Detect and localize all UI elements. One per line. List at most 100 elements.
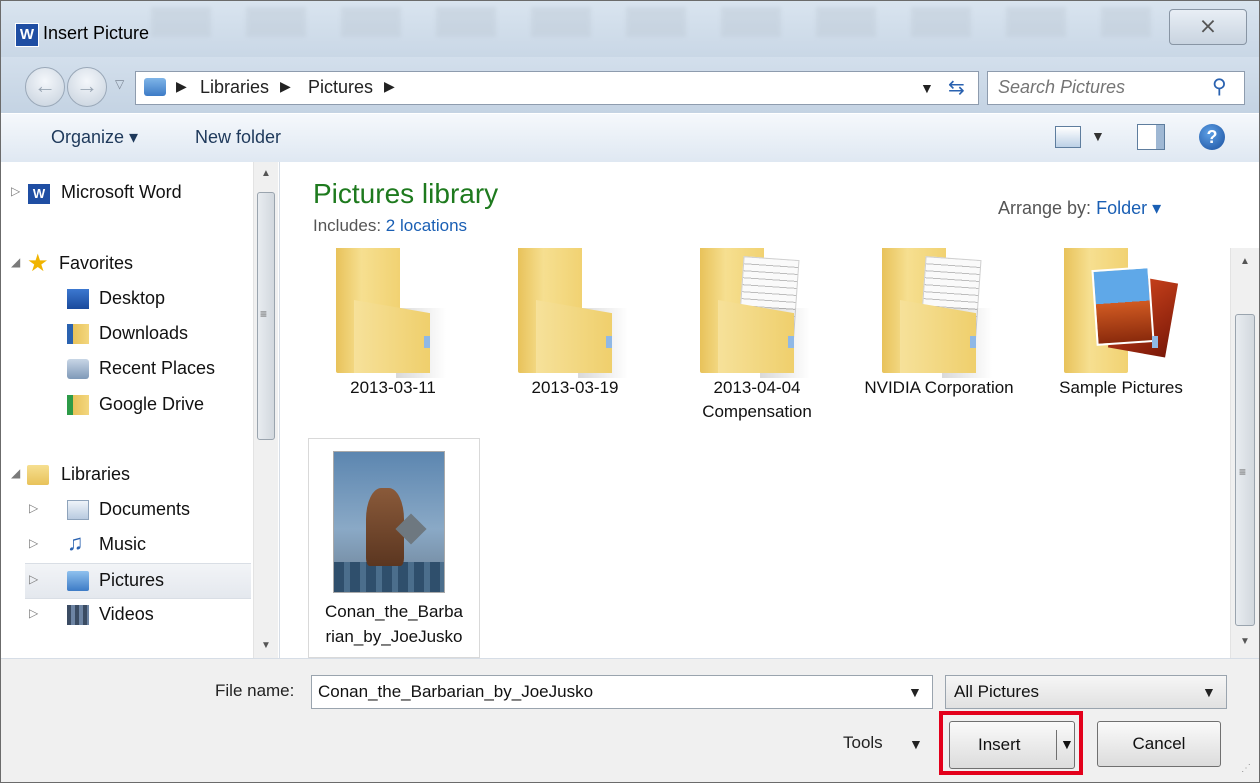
image-file-item[interactable]: Conan_the_Barba rian_by_JoeJusko <box>308 438 480 658</box>
breadcrumb-separator-icon[interactable]: ▶ <box>280 78 291 95</box>
nav-item-videos[interactable]: ▷ Videos <box>1 598 253 632</box>
library-title: Pictures library <box>313 178 499 209</box>
image-thumbnail <box>333 451 445 593</box>
nav-item-label: Desktop <box>99 288 166 308</box>
nav-item-desktop[interactable]: Desktop <box>1 282 253 316</box>
videos-icon <box>67 605 89 625</box>
bottom-panel: File name: ▼ All Pictures ▼ Tools ▼ Inse… <box>1 658 1259 782</box>
close-button[interactable]: ⨯ <box>1169 9 1247 45</box>
scroll-thumb[interactable]: ≡ <box>1235 314 1255 626</box>
resize-grip-icon[interactable]: ⋰ <box>1241 763 1251 774</box>
scroll-down-arrow-icon[interactable]: ▼ <box>261 640 271 651</box>
file-name-label: File name: <box>215 681 295 700</box>
nav-item-label: Recent Places <box>99 358 216 378</box>
highlight-box <box>939 711 1083 775</box>
preview-pane-icon[interactable] <box>1137 124 1165 150</box>
expand-arrow-icon[interactable]: ▷ <box>11 184 20 198</box>
folder-item[interactable]: 2013-03-11 <box>308 248 478 408</box>
address-bar[interactable]: ▶ Libraries ▶ Pictures ▶ ▼ ⇆ <box>135 71 979 105</box>
collapse-arrow-icon[interactable]: ◢ <box>11 255 20 269</box>
expand-arrow-icon[interactable]: ▷ <box>29 572 38 586</box>
address-row: ← → ▽ ▶ Libraries ▶ Pictures ▶ ▼ ⇆ ⚲ <box>1 57 1259 113</box>
arrange-by: Arrange by: Folder ▾ <box>998 198 1161 219</box>
nav-item-documents[interactable]: ▷ Documents <box>1 493 253 527</box>
nav-item-libraries[interactable]: ◢ Libraries <box>1 458 253 492</box>
file-list-scrollbar[interactable]: ▲ ≡ ▼ <box>1230 248 1259 658</box>
tools-button[interactable]: Tools <box>843 733 883 753</box>
nav-item-microsoft-word[interactable]: ▷ W Microsoft Word <box>1 176 253 210</box>
address-history-dropdown-icon[interactable]: ▼ <box>920 80 934 96</box>
breadcrumb-libraries[interactable]: Libraries <box>200 77 269 98</box>
nav-item-google-drive[interactable]: Google Drive <box>1 388 253 422</box>
nav-item-label: Favorites <box>59 253 134 273</box>
expand-arrow-icon[interactable]: ▷ <box>29 501 38 515</box>
breadcrumb-pictures[interactable]: Pictures <box>308 77 373 98</box>
search-box[interactable]: ⚲ <box>987 71 1245 105</box>
file-type-select[interactable]: All Pictures ▼ <box>945 675 1227 709</box>
item-label: NVIDIA Corporation <box>864 378 1014 397</box>
breadcrumb-separator-icon[interactable]: ▶ <box>176 78 187 95</box>
collapse-arrow-icon[interactable]: ◢ <box>11 466 20 480</box>
folder-with-document-icon <box>700 248 810 378</box>
breadcrumb-separator-icon[interactable]: ▶ <box>384 78 395 95</box>
back-button[interactable]: ← <box>25 67 65 107</box>
refresh-icon[interactable]: ⇆ <box>948 75 965 100</box>
nav-item-label: Videos <box>99 604 154 624</box>
recent-places-icon <box>67 359 89 379</box>
file-name-combobox[interactable]: ▼ <box>311 675 933 709</box>
new-folder-button[interactable]: New folder <box>195 127 281 148</box>
music-icon: ♫ <box>67 530 84 555</box>
background-ribbon-ghost <box>151 7 1151 37</box>
nav-item-music[interactable]: ▷ ♫ Music <box>1 528 253 562</box>
documents-icon <box>67 500 89 520</box>
item-label: 2013-03-11 <box>350 378 436 397</box>
view-options-dropdown-icon[interactable]: ▼ <box>1091 128 1105 144</box>
locations-link[interactable]: 2 locations <box>386 216 467 235</box>
grip-icon: ≡ <box>260 307 268 321</box>
nav-scrollbar[interactable]: ▲ ≡ ▼ <box>253 162 278 658</box>
insert-picture-dialog: W Insert Picture ⨯ ← → ▽ ▶ Libraries ▶ P… <box>0 0 1260 783</box>
folder-item[interactable]: Sample Pictures <box>1036 248 1206 408</box>
nav-item-label: Google Drive <box>99 394 205 414</box>
tools-dropdown-icon[interactable]: ▼ <box>909 736 923 752</box>
nav-item-favorites[interactable]: ◢ ★ Favorites <box>1 247 253 281</box>
change-view-icon[interactable] <box>1055 126 1081 148</box>
item-label: 2013-03-19 <box>531 378 619 397</box>
arrange-by-dropdown[interactable]: Folder ▾ <box>1096 198 1161 218</box>
expand-arrow-icon[interactable]: ▷ <box>29 536 38 550</box>
command-bar: Organize ▾ New folder ▼ ? <box>1 113 1259 163</box>
scroll-up-arrow-icon[interactable]: ▲ <box>1240 256 1250 267</box>
scroll-up-arrow-icon[interactable]: ▲ <box>261 168 271 179</box>
forward-button[interactable]: → <box>67 67 107 107</box>
nav-item-downloads[interactable]: Downloads <box>1 317 253 351</box>
folder-item[interactable]: 2013-03-19 <box>490 248 660 408</box>
scroll-thumb[interactable]: ≡ <box>257 192 275 440</box>
desktop-icon <box>67 289 89 309</box>
star-icon: ★ <box>27 250 49 277</box>
item-label: 2013-04-04 Compensation <box>702 378 812 421</box>
file-list-pane: Pictures library Includes: 2 locations A… <box>280 162 1259 658</box>
file-grid: 2013-03-11 2013-03-19 2013-04-04 Compens… <box>300 248 1230 658</box>
file-name-dropdown-icon[interactable]: ▼ <box>908 684 922 700</box>
nav-item-label: Libraries <box>61 464 131 484</box>
organize-button[interactable]: Organize ▾ <box>51 127 138 148</box>
nav-item-pictures[interactable]: ▷ Pictures <box>25 563 251 599</box>
folder-item[interactable]: NVIDIA Corporation <box>854 248 1024 428</box>
word-app-icon: W <box>15 23 39 47</box>
google-drive-icon <box>67 395 89 415</box>
pictures-icon <box>67 571 89 591</box>
recent-locations-dropdown[interactable]: ▽ <box>115 77 124 91</box>
arrange-by-label: Arrange by: <box>998 198 1092 218</box>
cancel-button[interactable]: Cancel <box>1097 721 1221 767</box>
file-name-input[interactable] <box>318 681 888 703</box>
folder-icon <box>336 248 446 378</box>
folder-item[interactable]: 2013-04-04 Compensation <box>672 248 842 428</box>
grip-icon: ≡ <box>1239 465 1247 479</box>
search-icon[interactable]: ⚲ <box>1212 74 1227 99</box>
nav-item-recent-places[interactable]: Recent Places <box>1 352 253 386</box>
scroll-down-arrow-icon[interactable]: ▼ <box>1240 636 1250 647</box>
help-icon[interactable]: ? <box>1199 124 1225 150</box>
expand-arrow-icon[interactable]: ▷ <box>29 606 38 620</box>
file-type-dropdown-icon[interactable]: ▼ <box>1202 684 1216 700</box>
search-input[interactable] <box>998 76 1208 98</box>
